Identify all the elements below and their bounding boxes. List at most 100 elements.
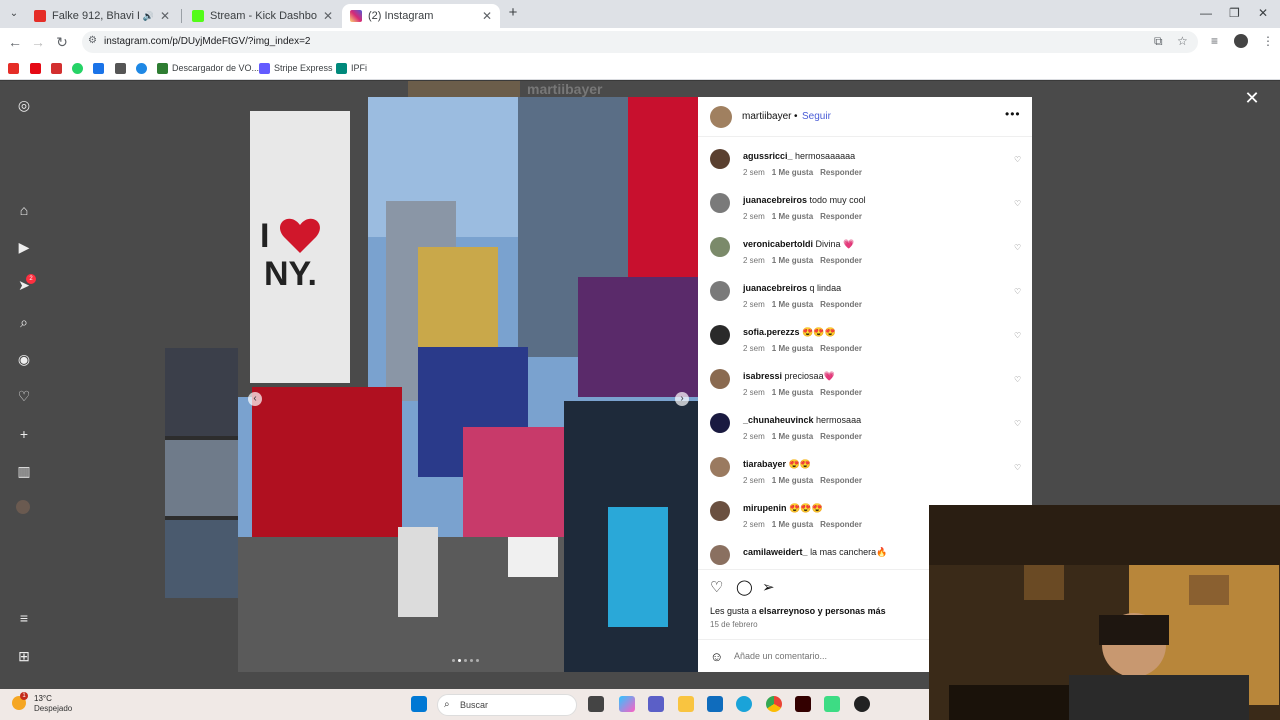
taskbar-search[interactable]: ⌕ Buscar [437, 694, 577, 716]
new-tab-button[interactable]: + [505, 5, 521, 21]
comment-username[interactable]: juanacebreiros [743, 195, 807, 205]
reply-button[interactable]: Responder [820, 388, 862, 397]
comment-username[interactable]: sofia.perezzs [743, 327, 800, 337]
dashboard-icon[interactable]: ▥ [16, 463, 32, 479]
comment-username[interactable]: tiarabayer [743, 459, 786, 469]
illustrator-icon[interactable] [795, 696, 811, 712]
share-icon[interactable]: ➢ [762, 578, 775, 596]
reply-button[interactable]: Responder [820, 300, 862, 309]
comment-time[interactable]: 2 sem [743, 520, 765, 529]
reply-button[interactable]: Responder [820, 168, 862, 177]
comment-username[interactable]: juanacebreiros [743, 283, 807, 293]
android-icon[interactable] [824, 696, 840, 712]
instagram-logo-icon[interactable]: ◎ [16, 97, 32, 113]
comment-username[interactable]: isabressi [743, 371, 782, 381]
reading-list-icon[interactable]: ≡ [1211, 34, 1218, 48]
like-comment-icon[interactable]: ♡ [1014, 331, 1021, 340]
post-date[interactable]: 15 de febrero [710, 620, 758, 629]
copilot-icon[interactable] [619, 696, 635, 712]
task-view-icon[interactable] [588, 696, 604, 712]
like-comment-icon[interactable]: ♡ [1014, 155, 1021, 164]
home-icon[interactable]: ⌂ [16, 202, 32, 218]
notifications-icon[interactable]: ♡ [16, 388, 32, 404]
like-icon[interactable]: ♡ [710, 578, 723, 596]
profile-avatar[interactable] [1234, 34, 1248, 48]
explore-icon[interactable]: ◉ [16, 351, 32, 367]
like-comment-icon[interactable]: ♡ [1014, 243, 1021, 252]
like-comment-icon[interactable]: ♡ [1014, 199, 1021, 208]
file-explorer-icon[interactable] [678, 696, 694, 712]
start-icon[interactable] [411, 696, 427, 712]
url-text[interactable]: instagram.com/p/DUyjMdeFtGV/?img_index=2 [104, 36, 310, 47]
previous-image-button[interactable]: ‹ [248, 392, 262, 406]
author-username[interactable]: martiibayer [742, 111, 791, 122]
bookmark-whatsapp[interactable] [72, 62, 87, 74]
tab-youtube[interactable]: Falke 912, Bhavi Ft. LIT Killa 🔊 ✕ [26, 4, 178, 28]
author-avatar[interactable] [710, 106, 732, 128]
obs-icon[interactable] [854, 696, 870, 712]
likes-users-link[interactable]: elsarreynoso y personas más [759, 606, 886, 616]
like-comment-icon[interactable]: ♡ [1014, 419, 1021, 428]
tab-instagram[interactable]: (2) Instagram ✕ [342, 4, 500, 28]
comment-likes[interactable]: 1 Me gusta [772, 344, 813, 353]
comment-likes[interactable]: 1 Me gusta [772, 520, 813, 529]
like-comment-icon[interactable]: ♡ [1014, 463, 1021, 472]
next-image-button[interactable]: › [675, 392, 689, 406]
comment-time[interactable]: 2 sem [743, 168, 765, 177]
close-tab-icon[interactable]: ✕ [482, 9, 492, 23]
edge-icon[interactable] [736, 696, 752, 712]
close-window-icon[interactable]: ✕ [1258, 6, 1268, 20]
comment-likes[interactable]: 1 Me gusta [772, 212, 813, 221]
search-icon[interactable]: ⌕ [16, 314, 32, 330]
teams-icon[interactable] [648, 696, 664, 712]
bookmark-site[interactable] [115, 62, 130, 74]
comment-username[interactable]: veronicabertoldi [743, 239, 813, 249]
reply-button[interactable]: Responder [820, 520, 862, 529]
bookmark-site[interactable] [93, 62, 108, 74]
chrome-icon[interactable] [766, 696, 782, 712]
comment-time[interactable]: 2 sem [743, 432, 765, 441]
create-icon[interactable]: + [16, 426, 32, 442]
minimize-icon[interactable]: — [1200, 6, 1212, 20]
site-info-icon[interactable]: ⚙ [88, 35, 97, 46]
comment-time[interactable]: 2 sem [743, 388, 765, 397]
bookmark-play[interactable] [136, 62, 151, 74]
reply-button[interactable]: Responder [820, 432, 862, 441]
comment-likes[interactable]: 1 Me gusta [772, 476, 813, 485]
address-bar[interactable]: ⚙ instagram.com/p/DUyjMdeFtGV/?img_index… [82, 31, 1198, 53]
comment-icon[interactable]: ◯ [736, 578, 753, 596]
reply-button[interactable]: Responder [820, 256, 862, 265]
comment-username[interactable]: agussricci_ [743, 151, 793, 161]
tab-search-icon[interactable]: ⌄ [6, 6, 22, 22]
back-icon[interactable]: ← [7, 34, 23, 50]
threads-icon[interactable]: ⊞ [16, 648, 32, 664]
commenter-avatar[interactable] [710, 501, 730, 521]
menu-icon[interactable]: ≡ [16, 610, 32, 626]
commenter-avatar[interactable] [710, 413, 730, 433]
menu-icon[interactable]: ⋮ [1262, 34, 1274, 48]
commenter-avatar[interactable] [710, 325, 730, 345]
bookmark-angular[interactable] [51, 62, 66, 74]
comment-username[interactable]: camilaweidert_ [743, 547, 808, 557]
comment-likes[interactable]: 1 Me gusta [772, 256, 813, 265]
comment-time[interactable]: 2 sem [743, 476, 765, 485]
comment-time[interactable]: 2 sem [743, 300, 765, 309]
like-comment-icon[interactable]: ♡ [1014, 287, 1021, 296]
reply-button[interactable]: Responder [820, 344, 862, 353]
follow-button[interactable]: Seguir [802, 111, 831, 122]
commenter-avatar[interactable] [710, 193, 730, 213]
close-tab-icon[interactable]: ✕ [160, 9, 170, 23]
reply-button[interactable]: Responder [820, 476, 862, 485]
close-modal-icon[interactable]: ✕ [1244, 89, 1260, 107]
restore-icon[interactable]: ❐ [1229, 6, 1240, 20]
commenter-avatar[interactable] [710, 237, 730, 257]
bookmark-youtube[interactable] [8, 62, 23, 74]
comment-time[interactable]: 2 sem [743, 344, 765, 353]
commenter-avatar[interactable] [710, 457, 730, 477]
commenter-avatar[interactable] [710, 545, 730, 565]
close-tab-icon[interactable]: ✕ [323, 9, 333, 23]
tab-kick[interactable]: Stream - Kick Dashboard ✕ [184, 4, 341, 28]
comment-time[interactable]: 2 sem [743, 212, 765, 221]
more-options-icon[interactable]: ••• [1005, 107, 1021, 121]
bookmark-descargador[interactable]: Descargador de VO... [157, 62, 259, 74]
